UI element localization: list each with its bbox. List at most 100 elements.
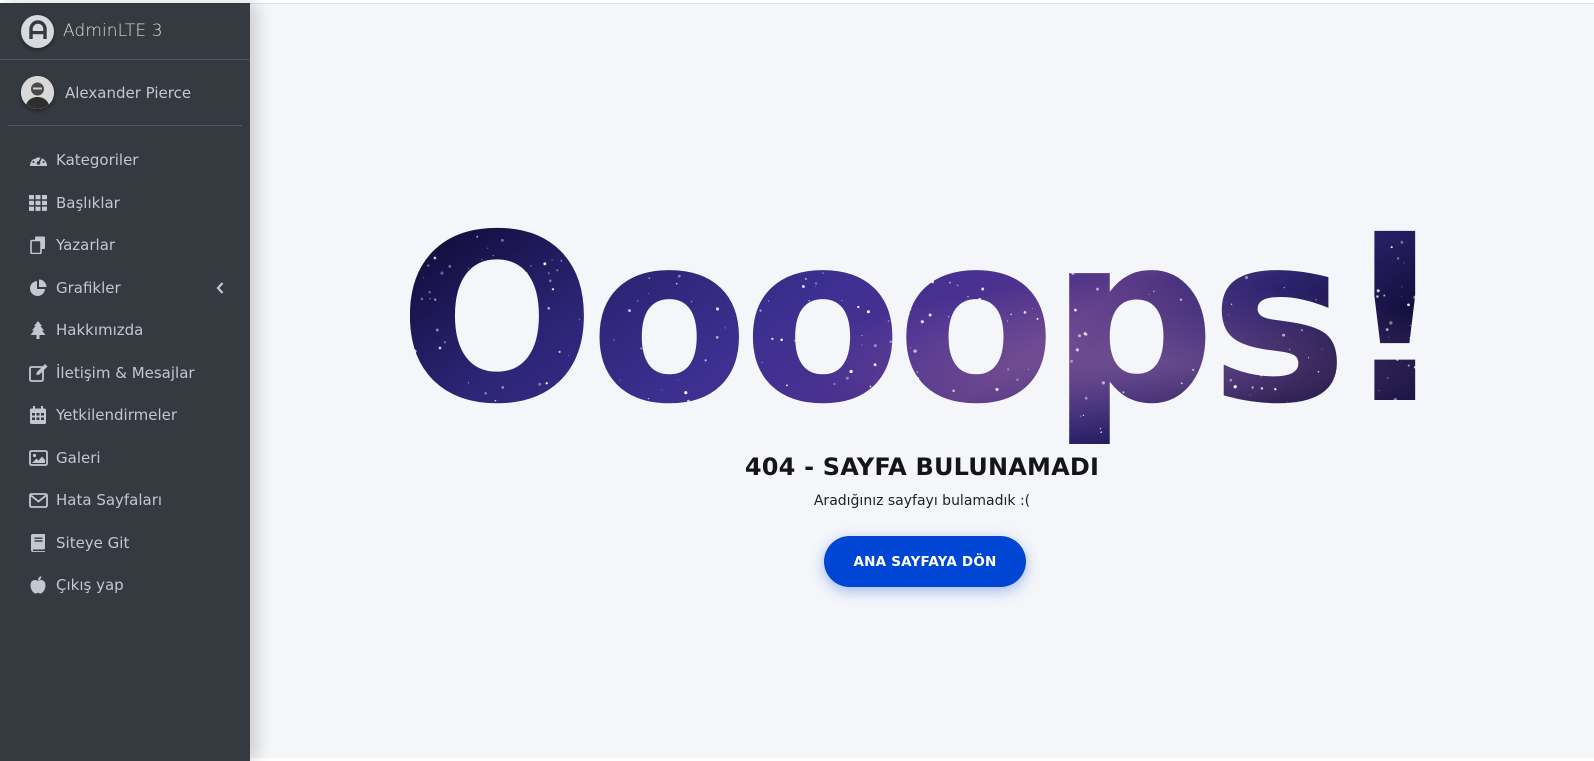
star-dot bbox=[974, 228, 977, 231]
star-dot bbox=[637, 300, 639, 302]
image-icon bbox=[28, 448, 48, 468]
star-dot bbox=[461, 300, 463, 303]
star-dot bbox=[1317, 370, 1320, 373]
sidebar-item-cikis-yap[interactable]: Çıkış yap bbox=[8, 564, 242, 607]
star-dot bbox=[1385, 328, 1389, 332]
star-dot bbox=[547, 272, 550, 275]
star-dot bbox=[907, 288, 909, 290]
star-dot bbox=[889, 340, 893, 344]
star-dot bbox=[1080, 256, 1084, 260]
star-dot bbox=[967, 296, 969, 298]
sidebar-item-siteye-git[interactable]: Siteye Git bbox=[8, 522, 242, 565]
star-dot bbox=[531, 320, 535, 324]
star-dot bbox=[1354, 233, 1357, 237]
star-dot bbox=[1251, 386, 1254, 389]
star-dot bbox=[896, 403, 899, 406]
sidebar-item-yazarlar[interactable]: Yazarlar bbox=[8, 224, 242, 267]
star-dot bbox=[1054, 309, 1058, 313]
star-dot bbox=[877, 273, 879, 276]
content-area: Oooops! 404 - SAYFA BULUNAMADI Aradığını… bbox=[250, 3, 1594, 758]
sidebar-item-label: Hata Sayfaları bbox=[56, 491, 163, 510]
star-dot bbox=[628, 309, 631, 312]
star-dot bbox=[815, 286, 816, 287]
star-dot bbox=[928, 313, 932, 317]
star-dot bbox=[1334, 265, 1338, 270]
star-dot bbox=[416, 266, 418, 268]
star-dot bbox=[443, 341, 447, 344]
sidebar-item-iletisim[interactable]: İletişim & Mesajlar bbox=[8, 352, 242, 395]
star-dot bbox=[846, 376, 849, 380]
star-dot bbox=[1283, 287, 1285, 289]
star-dot bbox=[676, 430, 678, 432]
brand-logo-icon bbox=[21, 14, 54, 48]
star-dot bbox=[518, 332, 521, 335]
sidebar-item-label: Kategoriler bbox=[56, 151, 139, 170]
brand-link[interactable]: AdminLTE 3 bbox=[0, 3, 250, 60]
sidebar-item-hata-sayfalari[interactable]: Hata Sayfaları bbox=[8, 479, 242, 522]
star-dot bbox=[1401, 295, 1403, 297]
star-dot bbox=[775, 433, 778, 436]
star-dot bbox=[1217, 226, 1221, 229]
star-dot bbox=[773, 390, 777, 394]
star-dot bbox=[1354, 237, 1356, 239]
star-dot bbox=[720, 422, 723, 425]
star-dot bbox=[1275, 418, 1279, 422]
star-dot bbox=[561, 416, 563, 418]
star-dot bbox=[909, 308, 912, 311]
star-dot bbox=[599, 290, 601, 292]
sidebar-item-basliklar[interactable]: Başlıklar bbox=[8, 182, 242, 225]
star-dot bbox=[484, 391, 487, 395]
star-dot bbox=[916, 371, 919, 373]
star-dot bbox=[1255, 262, 1258, 265]
sidebar-item-yetkilendirmeler[interactable]: Yetkilendirmeler bbox=[8, 394, 242, 437]
star-dot bbox=[684, 391, 688, 395]
star-dot bbox=[545, 225, 548, 229]
star-dot bbox=[1307, 357, 1310, 359]
star-dot bbox=[1410, 325, 1412, 327]
star-dot bbox=[581, 231, 583, 233]
star-dot bbox=[1288, 348, 1291, 351]
star-dot bbox=[785, 384, 788, 387]
sidebar-item-galeri[interactable]: Galeri bbox=[8, 437, 242, 480]
star-dot bbox=[836, 343, 839, 347]
star-dot bbox=[837, 322, 840, 325]
star-dot bbox=[1312, 233, 1316, 236]
star-dot bbox=[1389, 321, 1393, 325]
star-dot bbox=[1006, 320, 1009, 322]
star-dot bbox=[882, 277, 886, 281]
star-dot bbox=[1045, 242, 1048, 244]
user-panel[interactable]: Alexander Pierce bbox=[8, 60, 242, 126]
star-dot bbox=[1390, 357, 1392, 359]
star-dot bbox=[435, 328, 439, 332]
star-dot bbox=[412, 438, 416, 441]
star-dot bbox=[861, 344, 863, 346]
sidebar-item-grafikler[interactable]: Grafikler bbox=[8, 267, 242, 310]
star-dot bbox=[1194, 383, 1196, 385]
star-dot bbox=[1085, 333, 1088, 336]
sidebar-item-hakkimizda[interactable]: Hakkımızda bbox=[8, 309, 242, 352]
star-dot bbox=[1071, 242, 1073, 245]
sidebar-item-label: Yazarlar bbox=[56, 236, 116, 255]
star-dot bbox=[1396, 419, 1399, 422]
star-dot bbox=[948, 430, 950, 433]
back-to-home-button[interactable]: ANA SAYFAYA DÖN bbox=[824, 536, 1026, 587]
star-dot bbox=[1136, 319, 1139, 321]
star-dot bbox=[1046, 440, 1050, 444]
star-dot bbox=[995, 387, 999, 391]
star-dot bbox=[741, 327, 743, 329]
star-dot bbox=[461, 304, 464, 307]
star-dot bbox=[545, 382, 548, 385]
star-dot bbox=[1059, 367, 1061, 369]
star-dot bbox=[765, 416, 769, 420]
star-dot bbox=[1167, 260, 1171, 264]
star-dot bbox=[835, 225, 839, 228]
star-dot bbox=[1122, 391, 1125, 394]
star-dot bbox=[654, 342, 657, 345]
star-dot bbox=[582, 392, 586, 395]
star-dot bbox=[648, 277, 651, 280]
sidebar-item-kategoriler[interactable]: Kategoriler bbox=[8, 139, 242, 182]
chevron-left-icon[interactable] bbox=[215, 281, 225, 295]
star-dot bbox=[727, 402, 730, 405]
star-dot bbox=[1239, 358, 1242, 361]
star-dot bbox=[1376, 295, 1379, 298]
